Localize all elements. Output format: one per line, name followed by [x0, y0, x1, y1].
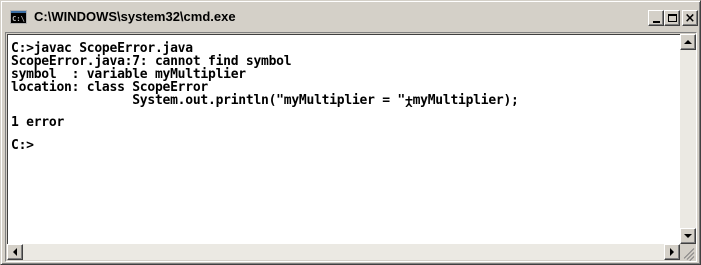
vertical-scrollbar[interactable]	[680, 34, 696, 244]
scroll-right-button[interactable]	[664, 244, 680, 260]
cmd-window: C:\ C:\WINDOWS\system32\cmd.exe × C:>jav…	[0, 0, 701, 265]
minimize-button[interactable]	[648, 10, 664, 26]
scroll-left-button[interactable]	[7, 244, 23, 260]
horizontal-scrollbar[interactable]	[7, 244, 680, 260]
title-bar[interactable]: C:\ C:\WINDOWS\system32\cmd.exe ×	[4, 4, 698, 32]
console-icon[interactable]: C:\	[10, 10, 27, 24]
minimize-icon	[652, 21, 660, 23]
maximize-button[interactable]	[664, 10, 680, 26]
window-title: C:\WINDOWS\system32\cmd.exe	[34, 9, 236, 24]
arrow-down-icon	[684, 234, 692, 238]
client-area: C:>javac ScopeError.java ScopeError.java…	[5, 32, 697, 262]
maximize-icon	[667, 14, 677, 22]
console-line: 1 error	[11, 115, 65, 130]
arrow-right-icon	[670, 248, 674, 256]
console-lines: C:>javac ScopeError.java ScopeError.java…	[11, 42, 519, 152]
close-button[interactable]: ×	[682, 10, 698, 26]
console-line: ^	[11, 102, 413, 117]
close-icon: ×	[684, 10, 696, 26]
console-prompt: C:>	[11, 138, 34, 153]
console-output[interactable]: C:>javac ScopeError.java ScopeError.java…	[7, 34, 680, 244]
scroll-down-button[interactable]	[680, 228, 696, 244]
scroll-up-button[interactable]	[680, 34, 696, 50]
resize-grip-icon[interactable]	[680, 244, 696, 262]
arrow-left-icon	[13, 248, 17, 256]
arrow-up-icon	[684, 40, 692, 44]
